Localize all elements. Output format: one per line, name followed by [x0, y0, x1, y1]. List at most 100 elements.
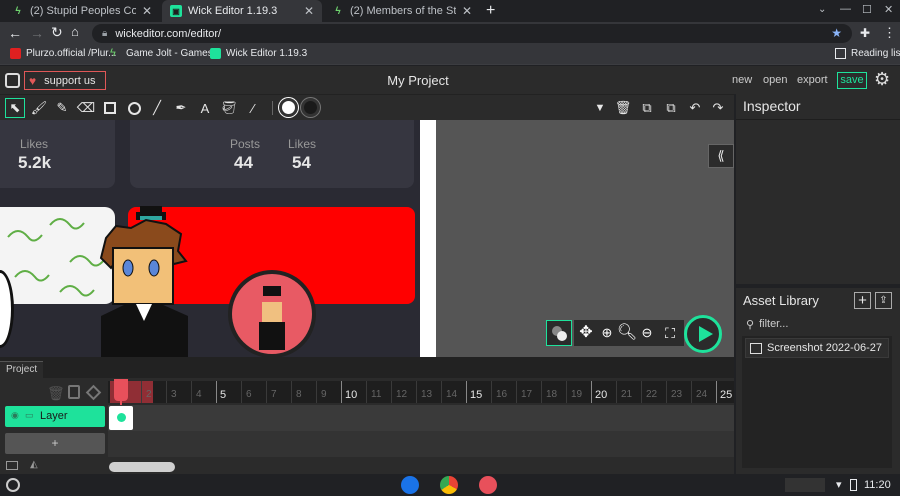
reload-icon[interactable]: ↻ — [51, 24, 63, 41]
frame-number[interactable]: 2 — [146, 389, 152, 400]
ellipse-tool-icon[interactable] — [124, 98, 144, 118]
keyframe-cell[interactable] — [109, 406, 133, 430]
rectangle-tool-icon[interactable] — [100, 98, 120, 118]
back-icon[interactable]: ← — [8, 25, 22, 41]
browser-menu-icon[interactable]: ⋮ — [883, 25, 896, 41]
new-tab-button[interactable]: + — [486, 2, 495, 20]
filter-input[interactable]: filter... — [759, 318, 788, 330]
close-tab-icon[interactable]: ✕ — [462, 4, 472, 18]
collapse-panel-button[interactable]: ⟪ — [708, 144, 734, 168]
frame-number[interactable]: 22 — [646, 389, 657, 400]
bookmark-star-icon[interactable]: ★ — [831, 26, 842, 40]
fill-color-swatch[interactable] — [279, 98, 298, 117]
new-button[interactable]: new — [732, 74, 752, 86]
clock-time[interactable]: 11:20 — [864, 479, 891, 491]
add-asset-button[interactable]: + — [854, 292, 871, 309]
layer-name[interactable]: Layer — [40, 410, 68, 422]
frame-number[interactable]: 21 — [621, 389, 632, 400]
keyframe-diamond-icon[interactable] — [85, 384, 102, 401]
frame-number[interactable]: 9 — [321, 389, 327, 400]
frame-number[interactable]: 11 — [371, 389, 381, 400]
text-tool-icon[interactable]: A — [195, 98, 215, 118]
asset-filter[interactable]: ⚲ filter... — [742, 314, 892, 334]
add-layer-button[interactable]: + — [5, 433, 105, 454]
layer-eye-icon[interactable]: ◉ — [11, 410, 19, 421]
fill-bucket-tool-icon[interactable]: 🪣︎ — [219, 98, 239, 118]
timeline-scrollbar[interactable] — [109, 462, 175, 472]
frame-number[interactable]: 24 — [696, 389, 707, 400]
play-button[interactable] — [684, 315, 722, 353]
pan-move-icon[interactable]: ✥ — [574, 320, 598, 346]
paint-app-icon[interactable] — [479, 476, 497, 494]
frame-number[interactable]: 17 — [521, 389, 532, 400]
frame-number[interactable]: 4 — [196, 389, 202, 400]
chrome-app-icon[interactable] — [440, 476, 458, 494]
delete-trash-icon[interactable]: 🗑︎ — [613, 98, 633, 118]
browser-tab-3[interactable]: ϟ (2) Members of the Stupid Peop ✕ — [324, 0, 480, 22]
frame-number[interactable]: 3 — [171, 389, 177, 400]
bookmark-plurzo[interactable]: Plurzo.official /Plur... — [10, 48, 116, 59]
open-button[interactable]: open — [763, 74, 787, 86]
browser-tab-2[interactable]: ▣ Wick Editor 1.19.3 ✕ — [162, 0, 322, 22]
onion-skin-button[interactable] — [546, 320, 572, 346]
project-title[interactable]: My Project — [0, 73, 836, 88]
frame-number[interactable]: 16 — [496, 389, 507, 400]
status-tray-app-icons[interactable] — [785, 478, 825, 492]
audio-waveform-icon[interactable]: ◭ — [30, 459, 38, 470]
export-button[interactable]: export — [797, 74, 828, 86]
frame-number[interactable]: 23 — [671, 389, 682, 400]
frame-number[interactable]: 10 — [345, 389, 357, 401]
extensions-icon[interactable]: ✚ — [860, 26, 870, 40]
frame-number[interactable]: 8 — [296, 389, 302, 400]
save-button[interactable]: save — [837, 72, 867, 89]
copy-icon[interactable]: ⧉ — [637, 98, 657, 118]
stroke-color-swatch[interactable] — [301, 98, 320, 117]
pencil-tool-icon[interactable]: ✎ — [52, 98, 72, 118]
frame-number[interactable]: 12 — [396, 389, 407, 400]
fill-frames-icon[interactable] — [6, 461, 18, 470]
settings-gear-icon[interactable]: ⚙ — [874, 69, 890, 90]
wifi-icon[interactable]: ▾ — [836, 478, 842, 491]
layer-frames-track[interactable] — [108, 405, 734, 431]
path-tool-icon[interactable]: ✒ — [171, 98, 191, 118]
frame-number[interactable]: 6 — [246, 389, 252, 400]
battery-icon[interactable] — [850, 479, 857, 491]
frame-number[interactable]: 5 — [220, 389, 226, 401]
launcher-icon[interactable] — [6, 478, 20, 492]
redo-icon[interactable]: ↷ — [708, 98, 728, 118]
frame-number[interactable]: 7 — [271, 389, 277, 400]
paste-icon[interactable]: ⧉ — [661, 98, 681, 118]
frame-number[interactable]: 20 — [595, 389, 607, 401]
minimize-icon[interactable]: — — [840, 3, 851, 15]
delete-layer-icon[interactable]: 🗑︎ — [47, 385, 65, 402]
asset-item[interactable]: Screenshot 2022-06-27 — [745, 338, 889, 358]
forward-icon[interactable]: → — [30, 25, 44, 41]
undo-icon[interactable]: ↶ — [685, 98, 705, 118]
fit-to-screen-icon[interactable]: ⛶ — [656, 320, 684, 346]
frame-number[interactable]: 19 — [571, 389, 582, 400]
line-tool-icon[interactable]: ╱ — [147, 98, 167, 118]
close-tab-icon[interactable]: ✕ — [304, 4, 314, 18]
dropdown-arrow-icon[interactable]: ▼ — [590, 98, 610, 118]
maximize-icon[interactable]: ☐ — [862, 3, 872, 16]
bookmark-gamejolt[interactable]: ϟ Game Jolt - Games... — [110, 48, 221, 60]
playhead-handle[interactable] — [114, 379, 128, 401]
eyedropper-tool-icon[interactable]: ⁄ — [243, 98, 263, 118]
layer-lock-icon[interactable]: ▭ — [25, 410, 34, 421]
project-tab[interactable]: Project — [0, 361, 44, 378]
frame-number[interactable]: 15 — [470, 389, 482, 401]
frame-number[interactable]: 13 — [421, 389, 432, 400]
upload-asset-icon[interactable]: ⇪ — [875, 292, 892, 309]
bookmark-wick[interactable]: Wick Editor 1.19.3 — [210, 48, 307, 59]
layer-row-active[interactable]: ◉ ▭ Layer — [5, 406, 105, 427]
frame-number[interactable]: 14 — [446, 389, 457, 400]
eraser-tool-icon[interactable]: ⌫ — [76, 98, 96, 118]
magnifier-icon[interactable]: 🔍︎ — [616, 320, 638, 346]
imported-image[interactable]: Likes 5.2k Posts 44 Likes 54 — [0, 120, 420, 357]
close-window-icon[interactable]: ✕ — [884, 3, 893, 16]
frame-number[interactable]: 25 — [720, 389, 732, 401]
layer-visibility-icon[interactable] — [68, 385, 80, 399]
files-app-icon[interactable] — [401, 476, 419, 494]
cursor-tool-icon[interactable]: ⬉ — [5, 98, 25, 118]
zoom-out-icon[interactable]: ⊖ — [638, 320, 656, 346]
